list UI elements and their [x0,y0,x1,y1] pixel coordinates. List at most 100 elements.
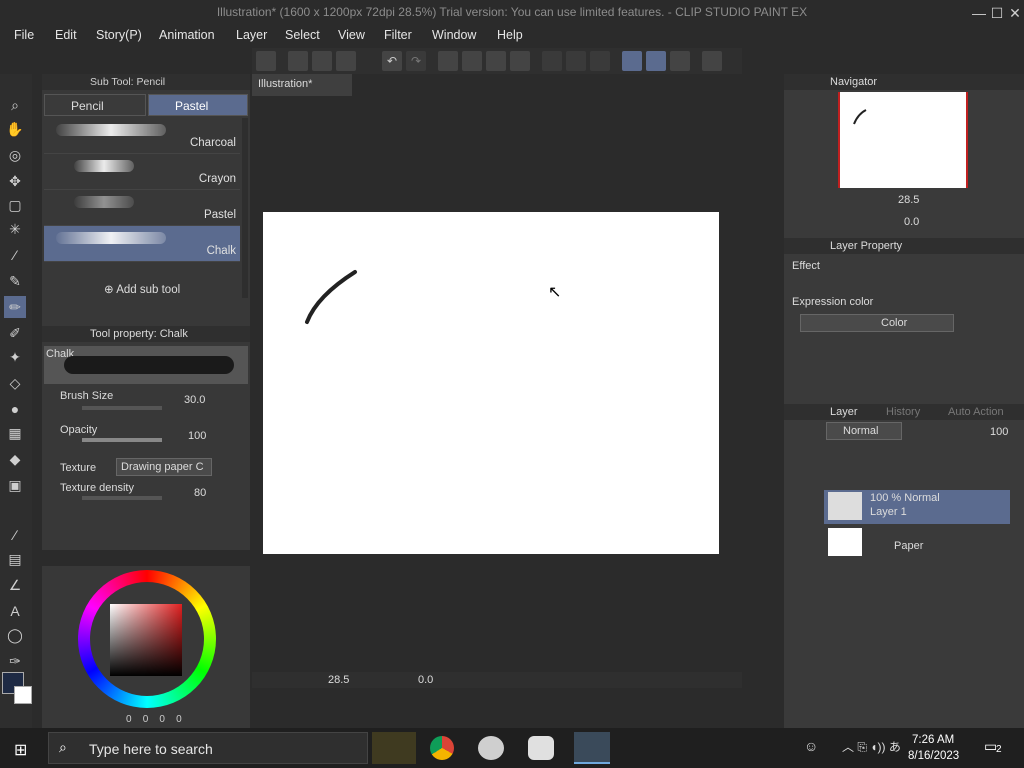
texture-density-slider[interactable] [82,496,162,500]
move-icon[interactable]: ✥ [4,170,26,192]
save-icon[interactable] [336,51,356,71]
clip-studio-paint-icon[interactable] [528,736,554,760]
pen-icon[interactable]: ✎ [4,270,26,292]
fill-bucket-icon[interactable]: ◆ [4,448,26,470]
sub-color-swatch[interactable] [14,686,32,704]
tab-auto-action[interactable]: Auto Action [948,406,1004,418]
balloon-icon[interactable]: ◯ [4,624,26,646]
magic-wand-icon[interactable]: ✳ [4,218,26,240]
list-item[interactable]: Crayon [44,154,240,190]
texture-select[interactable]: Drawing paper C [116,458,212,476]
list-item[interactable]: Pastel [44,190,240,226]
open-file-icon[interactable] [312,51,332,71]
list-item-selected[interactable]: Chalk [44,226,240,262]
decoration-icon[interactable]: ▦ [4,422,26,444]
canvas-rotation[interactable]: 0.0 [418,674,433,686]
clock-time[interactable]: 7:26 AM [912,734,954,746]
transform-icon[interactable] [486,51,506,71]
ruler-icon[interactable]: ∠ [4,574,26,596]
hand-icon[interactable]: ✋ [4,118,26,140]
menu-select[interactable]: Select [285,28,320,42]
menu-window[interactable]: Window [432,28,476,42]
clock-date[interactable]: 8/16/2023 [908,750,959,762]
brush-size-slider[interactable] [82,406,162,410]
fill-icon[interactable] [462,51,482,71]
file-explorer-icon[interactable] [372,732,416,764]
correct-line-icon[interactable]: ✑ [4,650,26,672]
menu-view[interactable]: View [338,28,365,42]
navigator-zoom[interactable]: 28.5 [898,194,919,206]
expression-color-select[interactable]: Color [800,314,954,332]
windows-start-icon[interactable]: ⊞ [14,740,27,760]
menu-edit[interactable]: Edit [55,28,77,42]
deselect-icon[interactable] [542,51,562,71]
menu-filter[interactable]: Filter [384,28,412,42]
opacity-value[interactable]: 100 [188,430,206,442]
zoom-icon[interactable]: ⌕ [4,94,26,116]
menu-story[interactable]: Story(P) [96,28,142,42]
menu-file[interactable]: File [14,28,34,42]
active-app-icon[interactable] [574,732,610,764]
text-icon[interactable]: A [4,600,26,622]
drawn-stroke [305,270,357,324]
layer-opacity-value[interactable]: 100 [990,426,1008,438]
pencil-icon[interactable]: ✏ [4,296,26,318]
ruler-settings-icon[interactable] [702,51,722,71]
invert-selection-icon[interactable] [566,51,586,71]
redo-icon[interactable]: ↷ [406,51,426,71]
brush-icon[interactable]: ✐ [4,322,26,344]
texture-density-value[interactable]: 80 [194,487,206,499]
crayon-stroke-preview [74,160,134,172]
menu-bar: File Edit Story(P) Animation Layer Selec… [0,26,1024,48]
navigator-preview[interactable] [838,92,968,188]
new-file-icon[interactable] [288,51,308,71]
figure-icon[interactable]: ∕ [4,524,26,546]
close-icon[interactable]: ✕ [1004,3,1024,23]
document-canvas[interactable] [263,212,719,554]
chrome-icon[interactable] [430,736,454,760]
clip-studio-icon[interactable] [256,51,276,71]
menu-layer[interactable]: Layer [236,28,267,42]
tab-layer[interactable]: Layer [830,406,858,418]
tab-pencil[interactable]: Pencil [44,94,146,116]
system-tray-icons[interactable]: ︿ ⎘ ◖)) あ [842,738,901,755]
mouse-cursor-icon: ↖ [548,284,562,301]
add-sub-tool-button[interactable]: ⊕ Add sub tool [104,282,180,296]
layer-row-selected[interactable]: 100 % Normal Layer 1 [824,490,1010,524]
scrollbar[interactable] [242,118,248,298]
eyedropper-icon[interactable]: ⁄ [4,244,26,266]
color-values: 0 0 0 0 [126,714,182,725]
blend-icon[interactable]: ● [4,398,26,420]
canvas-zoom[interactable]: 28.5 [328,674,349,686]
sub-tool-panel: Sub Tool: Pencil Pencil Pastel Charcoal … [42,74,250,550]
people-icon[interactable]: ☺ [804,738,818,754]
marquee-icon[interactable]: ▢ [4,194,26,216]
search-box[interactable]: ⌕ Type here to search [48,732,368,764]
navigator-rotation[interactable]: 0.0 [904,216,919,228]
layer-thumbnail [828,492,862,520]
undo-icon[interactable]: ↶ [382,51,402,71]
airbrush-icon[interactable]: ✦ [4,346,26,368]
tab-history[interactable]: History [886,406,920,418]
selection-border-icon[interactable] [590,51,610,71]
snap-grid-icon[interactable] [670,51,690,71]
blend-mode-select[interactable]: Normal [826,422,902,440]
snap-special-ruler-icon[interactable] [646,51,666,71]
saturation-value-box[interactable] [110,604,182,676]
clear-icon[interactable] [438,51,458,71]
brush-size-value[interactable]: 30.0 [184,394,205,406]
eraser-icon[interactable]: ◇ [4,372,26,394]
list-item[interactable]: Charcoal [44,118,240,154]
clip-studio-launcher-icon[interactable] [478,736,504,760]
opacity-slider[interactable] [82,438,162,442]
layer-row[interactable]: Paper [824,526,1010,560]
menu-help[interactable]: Help [497,28,523,42]
snap-ruler-icon[interactable] [622,51,642,71]
gradient-icon[interactable]: ▣ [4,474,26,496]
crop-icon[interactable] [510,51,530,71]
menu-animation[interactable]: Animation [159,28,215,42]
frame-border-icon[interactable]: ▤ [4,548,26,570]
document-tab[interactable]: Illustration* [252,74,352,96]
object-select-icon[interactable]: ◎ [4,144,26,166]
tab-pastel[interactable]: Pastel [148,94,248,116]
